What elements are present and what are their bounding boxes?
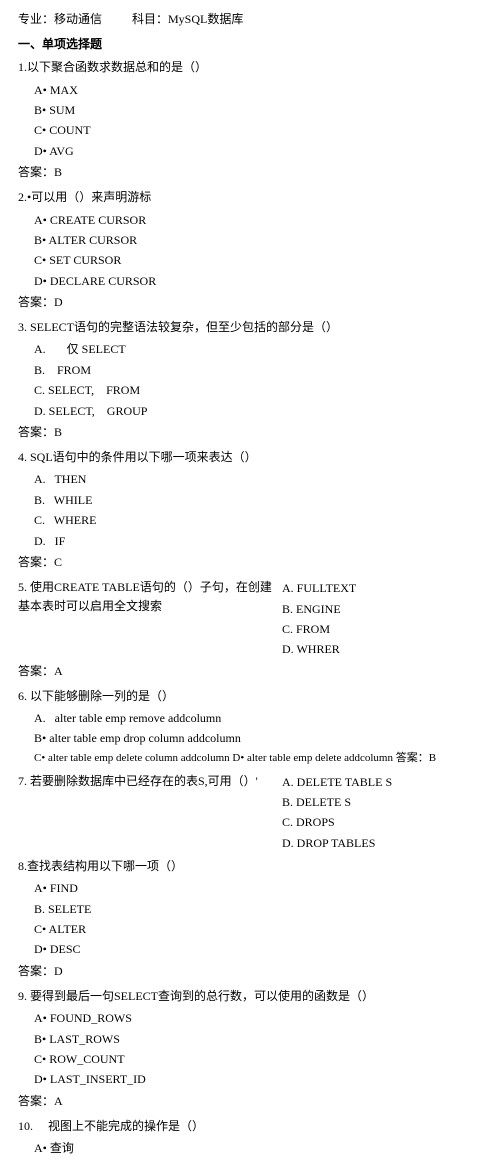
q7-options: A. DELETE TABLE S B. DELETE S C. DROPS D… xyxy=(282,772,482,854)
option-row: D• AVG xyxy=(34,141,482,161)
q4-answer: 答案：C xyxy=(18,553,482,572)
question-6: 6. 以下能够删除一列的是（） A. alter table emp remov… xyxy=(18,687,482,768)
option-row: C. SELECT, FROM xyxy=(34,380,482,400)
option-row: C• alter table emp delete column addcolu… xyxy=(34,749,482,768)
option-row: A• MAX xyxy=(34,80,482,100)
question-3: 3. SELECT语句的完整语法较复杂，但至少包括的部分是（） A. 仅 SEL… xyxy=(18,318,482,442)
q3-title: 3. SELECT语句的完整语法较复杂，但至少包括的部分是（） xyxy=(18,318,482,337)
q7-title: 7. 若要删除数据库中已经存在的表S,可用（）' xyxy=(18,772,282,791)
option-row: A• FIND xyxy=(34,878,482,898)
option-row: D. WHRER xyxy=(282,639,482,659)
q9-options: A• FOUND_ROWS B• LAST_ROWS C• ROW_COUNT … xyxy=(34,1008,482,1090)
option-row: C. FROM xyxy=(282,619,482,639)
question-4: 4. SQL语句中的条件用以下哪一项来表达（） A. THEN B. WHILE… xyxy=(18,448,482,572)
question-5: 5. 使用CREATE TABLE语句的（）子句，在创建基本表时可以启用全文搜索… xyxy=(18,578,482,681)
option-row: D• LAST_INSERT_ID xyxy=(34,1069,482,1089)
option-row: A• FOUND_ROWS xyxy=(34,1008,482,1028)
major-label: 专业：移动通信 xyxy=(18,10,102,29)
option-row: D. SELECT, GROUP xyxy=(34,401,482,421)
q5-options: A. FULLTEXT B. ENGINE C. FROM D. WHRER xyxy=(282,578,482,660)
question-9: 9. 要得到最后一句SELECT查询到的总行数，可以使用的函数是（） A• FO… xyxy=(18,987,482,1111)
q4-options: A. THEN B. WHILE C. WHERE D. IF xyxy=(34,469,482,551)
question-1: 1.以下聚合函数求数据总和的是（） A• MAX B• SUM C• COUNT… xyxy=(18,58,482,182)
option-row: B. FROM xyxy=(34,360,482,380)
q3-answer: 答案：B xyxy=(18,423,482,442)
option-row: D• DESC xyxy=(34,939,482,959)
option-row: A. THEN xyxy=(34,469,482,489)
option-row: A. alter table emp remove addcolumn xyxy=(34,708,482,728)
q6-title: 6. 以下能够删除一列的是（） xyxy=(18,687,482,706)
option-row: B. DELETE S xyxy=(282,792,482,812)
question-10: 10. 视图上不能完成的操作是（） A• 查询 xyxy=(18,1117,482,1159)
option-row: C• ALTER xyxy=(34,919,482,939)
q10-options: A• 查询 xyxy=(34,1138,482,1158)
q9-title: 9. 要得到最后一句SELECT查询到的总行数，可以使用的函数是（） xyxy=(18,987,482,1006)
option-row: C• ROW_COUNT xyxy=(34,1049,482,1069)
q4-title: 4. SQL语句中的条件用以下哪一项来表达（） xyxy=(18,448,482,467)
q3-options: A. 仅 SELECT B. FROM C. SELECT, FROM D. S… xyxy=(34,339,482,421)
q1-options: A• MAX B• SUM C• COUNT D• AVG xyxy=(34,80,482,162)
question-2: 2.•可以用（）来声明游标 A• CREATE CURSOR B• ALTER … xyxy=(18,188,482,312)
q5-answer: 答案：A xyxy=(18,662,482,681)
option-row: B. SELETE xyxy=(34,899,482,919)
header: 专业：移动通信 科目：MySQL数据库 xyxy=(18,10,482,29)
option-row: D. IF xyxy=(34,531,482,551)
option-row: C. WHERE xyxy=(34,510,482,530)
option-row: B• SUM xyxy=(34,100,482,120)
q8-options: A• FIND B. SELETE C• ALTER D• DESC xyxy=(34,878,482,960)
subject-label: 科目：MySQL数据库 xyxy=(132,10,243,29)
option-row: A. 仅 SELECT xyxy=(34,339,482,359)
option-row: D• DECLARE CURSOR xyxy=(34,271,482,291)
q6-options: A. alter table emp remove addcolumn B• a… xyxy=(34,708,482,767)
option-row: B. WHILE xyxy=(34,490,482,510)
q1-answer: 答案：B xyxy=(18,163,482,182)
option-row: A• 查询 xyxy=(34,1138,482,1158)
option-row: B• ALTER CURSOR xyxy=(34,230,482,250)
q2-options: A• CREATE CURSOR B• ALTER CURSOR C• SET … xyxy=(34,210,482,292)
option-row: C. DROPS xyxy=(282,812,482,832)
option-row: A. DELETE TABLE S xyxy=(282,772,482,792)
question-7: 7. 若要删除数据库中已经存在的表S,可用（）' A. DELETE TABLE… xyxy=(18,772,482,854)
option-row: A• CREATE CURSOR xyxy=(34,210,482,230)
option-row: C• COUNT xyxy=(34,120,482,140)
option-row: B. ENGINE xyxy=(282,599,482,619)
q2-title: 2.•可以用（）来声明游标 xyxy=(18,188,482,207)
option-row: C• SET CURSOR xyxy=(34,250,482,270)
option-row: B• LAST_ROWS xyxy=(34,1029,482,1049)
question-8: 8.查找表结构用以下哪一项（） A• FIND B. SELETE C• ALT… xyxy=(18,857,482,981)
option-row: D. DROP TABLES xyxy=(282,833,482,853)
q1-title: 1.以下聚合函数求数据总和的是（） xyxy=(18,58,482,77)
q5-title: 5. 使用CREATE TABLE语句的（）子句，在创建基本表时可以启用全文搜索 xyxy=(18,578,282,616)
section-title: 一、单项选择题 xyxy=(18,35,482,54)
q2-answer: 答案：D xyxy=(18,293,482,312)
q8-title: 8.查找表结构用以下哪一项（） xyxy=(18,857,482,876)
q9-answer: 答案：A xyxy=(18,1092,482,1111)
q8-answer: 答案：D xyxy=(18,962,482,981)
option-row: A. FULLTEXT xyxy=(282,578,482,598)
q10-title: 10. 视图上不能完成的操作是（） xyxy=(18,1117,482,1136)
